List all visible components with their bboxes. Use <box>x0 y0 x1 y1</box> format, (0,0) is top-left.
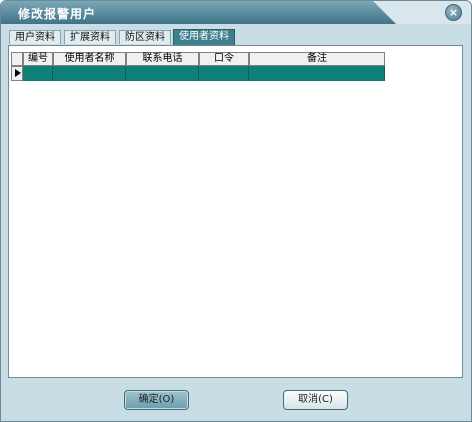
col-header-phone[interactable]: 联系电话 <box>126 52 199 66</box>
table-cell-phone[interactable] <box>126 66 199 81</box>
current-row-arrow-icon <box>11 66 23 81</box>
col-header-remark[interactable]: 备注 <box>249 52 385 66</box>
col-header-name[interactable]: 使用者名称 <box>53 52 126 66</box>
table-cell-password[interactable] <box>199 66 249 81</box>
operator-info-panel: 编号 使用者名称 联系电话 口令 备注 <box>8 45 463 378</box>
window-title: 修改报警用户 <box>18 7 97 21</box>
tab-extended-info[interactable]: 扩展资料 <box>64 30 116 44</box>
cancel-button[interactable]: 取消(C) <box>283 390 348 410</box>
table-cell-remark[interactable] <box>249 66 385 81</box>
close-icon[interactable]: × <box>445 4 462 21</box>
dialog-window: 修改报警用户 × 用户资料 扩展资料 防区资料 使用者资料 编号 使用者名称 联… <box>0 0 472 422</box>
tab-operator-info[interactable]: 使用者资料 <box>173 29 235 45</box>
col-header-password[interactable]: 口令 <box>199 52 249 66</box>
title-bar[interactable]: 修改报警用户 × <box>1 1 471 24</box>
tab-user-info[interactable]: 用户资料 <box>9 30 61 44</box>
tab-zone-info[interactable]: 防区资料 <box>119 30 171 44</box>
col-header-number[interactable]: 编号 <box>23 52 53 66</box>
row-indicator-header <box>11 52 23 66</box>
table-cell-name[interactable] <box>53 66 126 81</box>
table-cell-number[interactable] <box>23 66 53 81</box>
ok-button[interactable]: 确定(O) <box>124 390 189 410</box>
